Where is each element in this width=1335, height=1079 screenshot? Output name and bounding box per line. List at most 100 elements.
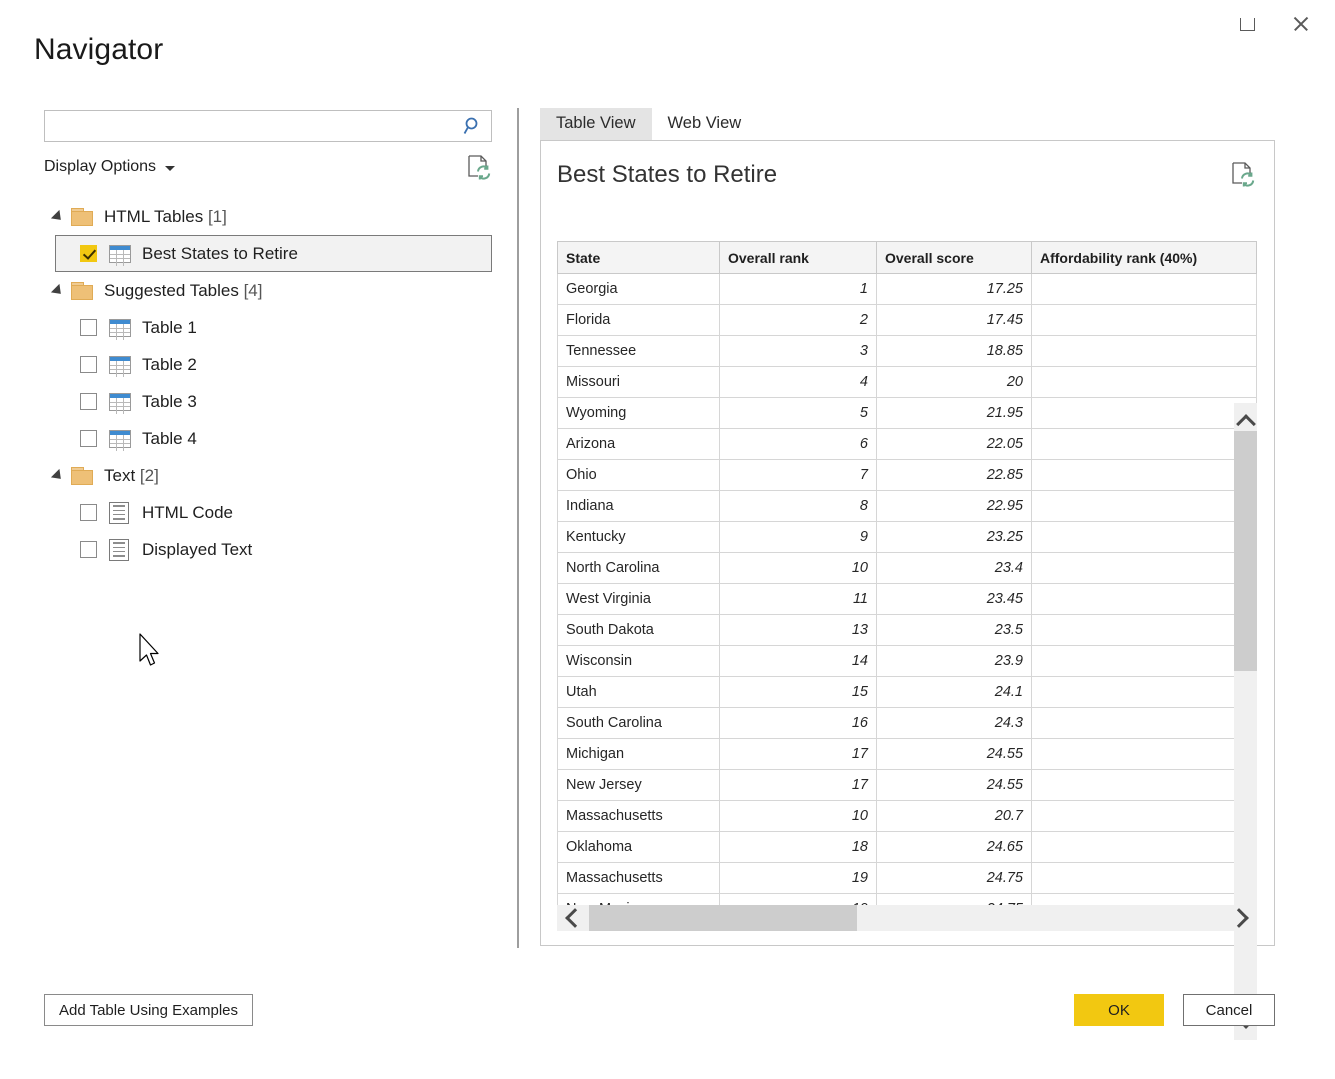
tree-group-label: Text [104, 465, 140, 485]
cell-value [1031, 428, 1257, 460]
tree-item-html-code[interactable]: HTML Code [44, 494, 494, 531]
cell-value: 15 [719, 676, 877, 708]
cell-value [1031, 366, 1257, 398]
window-controls [1231, 8, 1317, 40]
cell-value: 10 [719, 552, 877, 584]
cell-state: South Carolina [557, 707, 720, 739]
preview-table-wrapper: State Overall rank Overall score Affordabil… [557, 241, 1257, 931]
search-input[interactable] [45, 111, 455, 141]
vertical-scrollbar-thumb[interactable] [1234, 431, 1257, 671]
cell-value [1031, 583, 1257, 615]
tree-item-displayed-text[interactable]: Displayed Text [44, 531, 494, 568]
folder-icon [71, 466, 93, 485]
checkbox[interactable] [80, 504, 97, 521]
cell-value [1031, 831, 1257, 863]
cell-state: Florida [557, 304, 720, 336]
column-header[interactable]: Overall rank [719, 241, 877, 274]
tab-table-view[interactable]: Table View [540, 108, 652, 140]
document-icon [109, 538, 129, 561]
checkbox[interactable] [80, 319, 97, 336]
scroll-right-button[interactable] [1225, 905, 1257, 931]
view-tabs[interactable]: Table View Web View [540, 108, 1275, 140]
cell-value: 2 [719, 304, 877, 336]
tree-item-table-2[interactable]: Table 2 [44, 346, 494, 383]
cancel-button[interactable]: Cancel [1183, 994, 1275, 1026]
folder-icon [71, 281, 93, 300]
cell-state: Massachusetts [557, 862, 720, 894]
cell-value [1031, 273, 1257, 305]
table-row: Wisconsin 14 23.9 [557, 645, 1257, 677]
cell-value: 19 [719, 862, 877, 894]
cell-state: North Carolina [557, 552, 720, 584]
cell-value [1031, 800, 1257, 832]
checkbox[interactable] [80, 541, 97, 558]
cell-value: 24.1 [876, 676, 1032, 708]
expander-icon[interactable] [50, 283, 66, 298]
tree-group-html-tables[interactable]: HTML Tables [1] [44, 198, 494, 235]
cell-state: Utah [557, 676, 720, 708]
left-panel: Display Options HTML Tables [1] Best Stat… [44, 110, 494, 568]
table-row: Arizona 6 22.05 [557, 428, 1257, 460]
cell-state: Arizona [557, 428, 720, 460]
column-header[interactable]: State [557, 241, 720, 274]
document-icon [109, 501, 129, 524]
tree-item-label: Table 1 [142, 317, 197, 337]
cell-state: Michigan [557, 738, 720, 770]
tree-group-text[interactable]: Text [2] [44, 457, 494, 494]
column-header[interactable]: Overall score [876, 241, 1032, 274]
scroll-left-button[interactable] [557, 905, 589, 931]
display-options-dropdown[interactable]: Display Options [44, 158, 176, 176]
tab-web-view[interactable]: Web View [652, 108, 758, 140]
tree-item-best-states-to-retire[interactable]: Best States to Retire [55, 235, 492, 272]
cell-value [1031, 490, 1257, 522]
restore-button[interactable] [1231, 8, 1263, 40]
cell-value [1031, 521, 1257, 553]
mouse-cursor [138, 632, 164, 672]
tree-group-suggested-tables[interactable]: Suggested Tables [4] [44, 272, 494, 309]
tree-item-table-1[interactable]: Table 1 [44, 309, 494, 346]
checkbox[interactable] [80, 393, 97, 410]
add-table-using-examples-button[interactable]: Add Table Using Examples [44, 994, 253, 1026]
cell-value [1031, 397, 1257, 429]
cell-value: 6 [719, 428, 877, 460]
cell-value: 8 [719, 490, 877, 522]
cell-value [1031, 614, 1257, 646]
tree-item-table-4[interactable]: Table 4 [44, 420, 494, 457]
expander-icon[interactable] [50, 468, 66, 483]
horizontal-scrollbar[interactable] [557, 905, 1257, 931]
cell-state: Missouri [557, 366, 720, 398]
column-header[interactable]: Affordability rank (40%) [1031, 241, 1257, 274]
cell-value: 5 [719, 397, 877, 429]
navigator-tree[interactable]: HTML Tables [1] Best States to Retire Sugg… [44, 198, 494, 568]
checkbox[interactable] [80, 245, 97, 262]
checkbox[interactable] [80, 356, 97, 373]
refresh-document-icon[interactable] [466, 154, 492, 182]
close-icon [1292, 15, 1310, 33]
chevron-right-icon [1229, 908, 1249, 928]
cell-value: 23.25 [876, 521, 1032, 553]
cell-state: West Virginia [557, 583, 720, 615]
table-row: Georgia 1 17.25 [557, 273, 1257, 305]
table-icon [109, 429, 131, 451]
expander-icon[interactable] [50, 209, 66, 224]
cell-value: 17 [719, 769, 877, 801]
cell-value: 23.5 [876, 614, 1032, 646]
cell-state: Massachusetts [557, 800, 720, 832]
scroll-up-button[interactable] [1234, 411, 1257, 434]
checkbox[interactable] [80, 430, 97, 447]
table-row: Florida 2 17.45 [557, 304, 1257, 336]
preview-container: Best States to Retire State Overall rank O… [540, 140, 1275, 1040]
cell-state: Oklahoma [557, 831, 720, 863]
search-icon[interactable] [463, 116, 483, 136]
panel-divider [517, 108, 519, 948]
horizontal-scrollbar-thumb[interactable] [589, 905, 857, 931]
cell-value: 18.85 [876, 335, 1032, 367]
cell-value: 10 [719, 800, 877, 832]
ok-button[interactable]: OK [1074, 994, 1164, 1026]
vertical-scrollbar[interactable] [1234, 403, 1257, 1040]
tree-item-table-3[interactable]: Table 3 [44, 383, 494, 420]
search-box[interactable] [44, 110, 492, 142]
close-button[interactable] [1285, 8, 1317, 40]
tree-group-label: HTML Tables [104, 206, 208, 226]
refresh-document-icon[interactable] [1230, 161, 1256, 189]
